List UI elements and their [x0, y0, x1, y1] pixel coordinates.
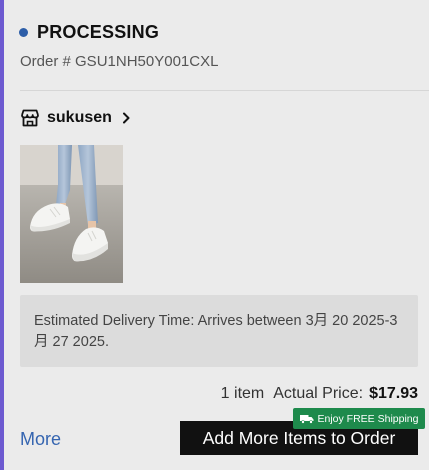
order-summary: 1 item Actual Price: $17.93 [221, 383, 418, 405]
order-card: PROCESSING Order # GSU1NH50Y001CXL sukus… [4, 0, 429, 470]
product-image[interactable] [20, 145, 123, 283]
status-label: PROCESSING [37, 21, 160, 42]
store-icon [21, 109, 39, 127]
order-status: PROCESSING [19, 20, 159, 44]
divider [20, 90, 429, 91]
shop-name: sukusen [47, 109, 112, 126]
price-amount: $17.93 [369, 385, 418, 402]
shop-link[interactable]: sukusen [20, 107, 131, 129]
item-count: 1 item [220, 385, 265, 402]
status-dot-icon [19, 27, 28, 37]
chevron-right-icon [122, 112, 130, 124]
free-shipping-label: Enjoy FREE Shipping [317, 412, 419, 425]
order-number: Order # GSU1NH50Y001CXL [20, 53, 219, 70]
truck-icon [299, 414, 313, 424]
price-label: Actual Price: [273, 385, 364, 402]
sneakers-photo [20, 145, 123, 283]
free-shipping-badge: Enjoy FREE Shipping [293, 408, 425, 429]
delivery-estimate: Estimated Delivery Time: Arrives between… [20, 295, 418, 367]
more-link[interactable]: More [20, 429, 61, 450]
